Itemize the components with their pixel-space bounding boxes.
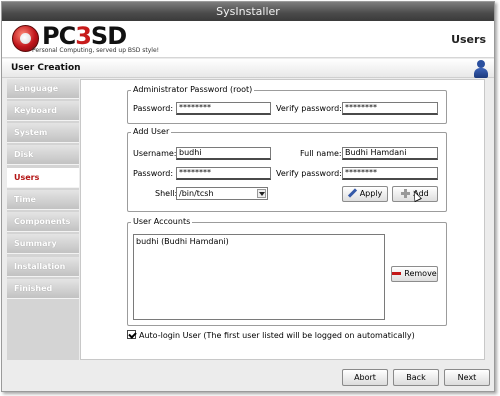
add-user-group: Add User Username: budhi Full name: Budh…: [127, 127, 447, 212]
installer-window: SysInstaller PC3SD Personal Computing, s…: [1, 1, 495, 392]
chevron-down-icon: [257, 189, 266, 198]
sidebar-item-system[interactable]: System: [7, 123, 79, 143]
admin-password-title: Administrator Password (root): [131, 85, 255, 94]
autologin-label: Auto-login User (The first user listed w…: [139, 331, 415, 340]
window-title: SysInstaller: [2, 2, 494, 21]
apply-button[interactable]: Apply: [342, 186, 388, 202]
page-title: Users: [451, 33, 486, 46]
section-title: User Creation: [11, 63, 81, 73]
username-label: Username:: [133, 149, 177, 158]
user-accounts-title: User Accounts: [131, 217, 193, 226]
user-verify-label: Verify password:: [276, 169, 342, 178]
admin-password-group: Administrator Password (root) Password: …: [127, 85, 447, 124]
sidebar-item-components[interactable]: Components: [7, 212, 79, 232]
section-header: User Creation: [2, 59, 494, 78]
user-accounts-list[interactable]: budhi (Budhi Hamdani): [133, 234, 385, 320]
admin-verify-field[interactable]: ********: [342, 102, 438, 115]
sidebar-item-language[interactable]: Language: [7, 79, 79, 99]
fullname-field[interactable]: Budhi Hamdani: [342, 147, 438, 160]
username-field[interactable]: budhi: [176, 147, 271, 160]
shell-value: /bin/tcsh: [179, 189, 214, 198]
sidebar-item-users[interactable]: Users: [7, 168, 79, 188]
user-verify-field[interactable]: ********: [342, 167, 438, 180]
add-user-title: Add User: [131, 127, 172, 136]
admin-verify-label: Verify password:: [276, 104, 342, 113]
fullname-label: Full name:: [300, 149, 342, 158]
autologin-checkbox[interactable]: [127, 330, 136, 339]
sidebar-item-time[interactable]: Time: [7, 190, 79, 210]
list-item[interactable]: budhi (Budhi Hamdani): [136, 237, 229, 246]
sidebar-item-finished[interactable]: Finished: [7, 279, 79, 299]
abort-button[interactable]: Abort: [342, 369, 388, 386]
admin-password-label: Password:: [133, 104, 174, 113]
shell-label: Shell:: [155, 189, 178, 198]
footer: Abort Back Next: [2, 361, 494, 391]
sidebar: Language Keyboard System Disk Users Time…: [7, 79, 79, 360]
user-password-label: Password:: [133, 169, 174, 178]
logo-text: PC3SD: [42, 22, 127, 50]
sidebar-item-keyboard[interactable]: Keyboard: [7, 101, 79, 121]
content-panel: Administrator Password (root) Password: …: [80, 79, 485, 360]
user-accounts-group: User Accounts budhi (Budhi Hamdani) Remo…: [127, 217, 447, 326]
plus-icon: [401, 189, 411, 198]
user-password-field[interactable]: ********: [176, 167, 271, 180]
pencil-icon: [348, 189, 357, 198]
logo-tagline: Personal Computing, served up BSD style!: [32, 47, 160, 54]
back-button[interactable]: Back: [393, 369, 439, 386]
sidebar-item-disk[interactable]: Disk: [7, 145, 79, 165]
sidebar-item-summary[interactable]: Summary: [7, 234, 79, 254]
minus-icon: [392, 272, 402, 275]
shell-select[interactable]: /bin/tcsh: [176, 187, 268, 200]
banner: PC3SD Personal Computing, served up BSD …: [2, 21, 494, 58]
admin-password-field[interactable]: ********: [176, 102, 271, 115]
next-button[interactable]: Next: [444, 369, 490, 386]
remove-button[interactable]: Remove: [391, 266, 438, 282]
user-icon: [473, 60, 489, 78]
sidebar-item-installation[interactable]: Installation: [7, 257, 79, 277]
